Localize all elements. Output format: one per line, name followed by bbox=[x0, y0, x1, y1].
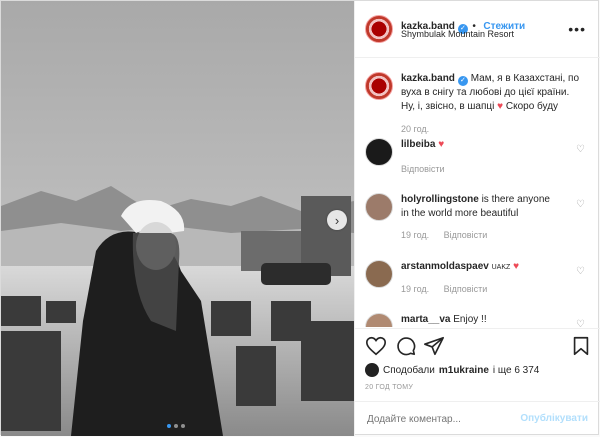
like-comment-heart-icon[interactable]: ♡ bbox=[576, 319, 586, 327]
liker-username[interactable]: m1ukraine bbox=[439, 365, 489, 376]
like-comment-heart-icon[interactable]: ♡ bbox=[576, 144, 586, 155]
comment-meta: 19 год. Відповісти bbox=[401, 230, 499, 240]
comment-username[interactable]: holyrollingstone bbox=[401, 194, 479, 205]
likes-prefix: Сподобали bbox=[383, 364, 435, 376]
comment-body: Enjoy !! bbox=[453, 314, 487, 325]
comment-bubble-icon[interactable] bbox=[395, 335, 417, 357]
comment-meta: 19 год. Відповісти bbox=[401, 284, 499, 294]
chevron-right-icon: › bbox=[334, 212, 340, 228]
likes-count[interactable]: і ще 6 374 bbox=[493, 365, 539, 376]
add-comment-bar: Опублікувати bbox=[355, 401, 600, 437]
like-comment-heart-icon[interactable]: ♡ bbox=[576, 266, 586, 277]
author-avatar[interactable] bbox=[365, 15, 393, 43]
caption-avatar[interactable] bbox=[365, 72, 393, 100]
comment-body-2: in the world more beautiful bbox=[401, 208, 519, 219]
comments-list: kazka.band ✓ Мам, я в Казахстані, по вуха… bbox=[355, 58, 600, 327]
carousel-dot-2 bbox=[174, 424, 178, 428]
comment-text: lilbeiba ♥ bbox=[401, 138, 576, 152]
next-image-button[interactable]: › bbox=[327, 210, 347, 230]
publish-button[interactable]: Опублікувати bbox=[520, 413, 588, 424]
share-paper-plane-icon[interactable] bbox=[423, 335, 445, 357]
verified-badge-icon: ✓ bbox=[457, 76, 468, 86]
commenter-avatar[interactable] bbox=[365, 193, 393, 221]
caption-line-2: вуха в снігу та любові до цієї країни. bbox=[401, 87, 570, 98]
carousel-dot-3 bbox=[181, 424, 185, 428]
bookmark-icon[interactable] bbox=[570, 335, 592, 357]
comment-time: 19 год. bbox=[401, 230, 430, 240]
liker-avatar[interactable] bbox=[365, 363, 379, 377]
like-comment-heart-icon[interactable]: ♡ bbox=[576, 199, 586, 210]
reply-button[interactable]: Відповісти bbox=[401, 164, 445, 174]
post-header: kazka.band ✓ • Стежити Shymbulak Mountain… bbox=[355, 1, 600, 58]
comment-body: UAKZ bbox=[491, 264, 511, 271]
carousel-indicator bbox=[167, 424, 185, 428]
comment-input[interactable] bbox=[365, 413, 519, 426]
comment-time: 19 год. bbox=[401, 284, 430, 294]
likes-summary: Сподобали m1ukraine і ще 6 374 bbox=[365, 363, 539, 377]
comment-username[interactable]: arstanmoldaspaev bbox=[401, 261, 489, 272]
comment-body: is there anyone bbox=[481, 194, 550, 205]
comment-meta: Відповісти bbox=[401, 164, 457, 174]
caption-time: 20 год. bbox=[401, 124, 430, 134]
post-sidebar: kazka.band ✓ • Стежити Shymbulak Mountain… bbox=[354, 1, 600, 436]
instagram-post: › kazka.band ✓ • Стежити Shymbulak Mounta… bbox=[0, 0, 600, 436]
commenter-avatar[interactable] bbox=[365, 313, 393, 327]
caption-line-3b: Скоро буду bbox=[505, 101, 559, 112]
caption-username[interactable]: kazka.band bbox=[401, 73, 455, 84]
comment-text: arstanmoldaspaev UAKZ ♥ bbox=[401, 260, 576, 275]
comment-username[interactable]: marta__va bbox=[401, 314, 450, 325]
caption-line-3a: Ну, і, звісно, в шапці bbox=[401, 101, 495, 112]
caption-line-1: Мам, я в Казахстані, по bbox=[470, 73, 580, 84]
commenter-avatar[interactable] bbox=[365, 260, 393, 288]
comment-text: holyrollingstone is there anyone in the … bbox=[401, 193, 576, 221]
heart-emoji-icon: ♥ bbox=[497, 101, 504, 112]
comment-username[interactable]: lilbeiba bbox=[401, 139, 435, 150]
post-timestamp[interactable]: 20 ГОД ТОМУ bbox=[365, 384, 413, 391]
carousel-dot-1 bbox=[167, 424, 171, 428]
comment-text: marta__va Enjoy !! bbox=[401, 313, 576, 327]
heart-emoji-icon: ♥ bbox=[513, 261, 519, 272]
more-options-icon[interactable]: ••• bbox=[568, 21, 586, 37]
mountain-resort-photo bbox=[1, 1, 354, 436]
heart-emoji-icon: ♥ bbox=[438, 139, 445, 150]
reply-button[interactable]: Відповісти bbox=[444, 230, 488, 240]
reply-button[interactable]: Відповісти bbox=[444, 284, 488, 294]
location-link[interactable]: Shymbulak Mountain Resort bbox=[401, 29, 514, 39]
commenter-avatar[interactable] bbox=[365, 138, 393, 166]
caption-text: kazka.band ✓ Мам, я в Казахстані, по вуха… bbox=[401, 72, 596, 114]
post-photo[interactable]: › bbox=[1, 1, 354, 436]
action-bar bbox=[355, 328, 600, 363]
like-heart-icon[interactable] bbox=[365, 335, 387, 357]
